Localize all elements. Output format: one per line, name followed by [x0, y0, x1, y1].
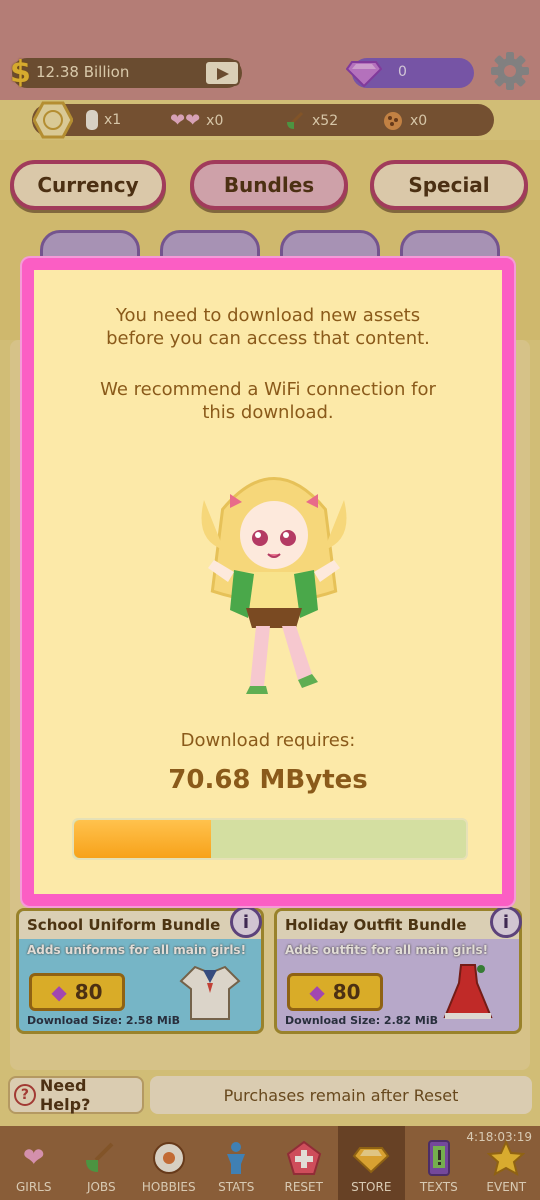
- modal-line-1: You need to download new assets: [115, 305, 421, 326]
- modal-line-2: before you can access that content.: [106, 328, 430, 349]
- download-modal: You need to download new assets before y…: [22, 258, 514, 906]
- modal-line-3: We recommend a WiFi connection for: [100, 379, 436, 400]
- download-progress-bar: [72, 818, 468, 860]
- download-progress-fill: [74, 820, 212, 858]
- modal-line-4: this download.: [202, 402, 334, 423]
- download-size-value: 70.68 MBytes: [168, 765, 368, 795]
- download-requires-label: Download requires:: [180, 730, 356, 751]
- chibi-girl-illustration: [201, 477, 347, 694]
